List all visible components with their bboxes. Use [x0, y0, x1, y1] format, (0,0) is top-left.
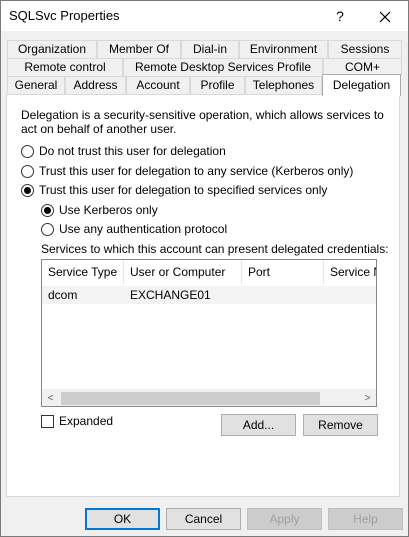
tab-account[interactable]: Account [126, 76, 190, 94]
column-service-name[interactable]: Service Name [324, 260, 376, 284]
radio-any-service-circle[interactable] [21, 164, 34, 178]
delegation-panel: Delegation is a security-sensitive opera… [6, 94, 400, 497]
column-service-type[interactable]: Service Type [42, 260, 124, 284]
horizontal-scrollbar[interactable]: < > [42, 389, 376, 406]
radio-no-trust-label: Do not trust this user for delegation [39, 144, 226, 158]
radio-any-service-label: Trust this user for delegation to any se… [39, 164, 354, 178]
radio-specified-services[interactable]: Trust this user for delegation to specif… [21, 183, 327, 197]
cell-service-name [324, 286, 376, 304]
ok-button[interactable]: OK [85, 508, 160, 530]
tab-remote-desktop-services-profile[interactable]: Remote Desktop Services Profile [123, 58, 323, 76]
cell-user-or-computer: EXCHANGE01 [130, 288, 211, 302]
column-port[interactable]: Port [242, 260, 324, 284]
scroll-right-arrow-icon[interactable]: > [359, 390, 376, 406]
help-title-button[interactable]: ? [323, 4, 357, 28]
tab-telephones[interactable]: Telephones [245, 76, 322, 94]
table-row[interactable]: dcom EXCHANGE01 [42, 286, 376, 304]
expanded-checkbox[interactable] [41, 414, 54, 428]
window-title: SQLSvc Properties [9, 8, 120, 23]
tab-address[interactable]: Address [65, 76, 126, 94]
radio-kerberos-only-circle[interactable] [41, 203, 54, 217]
tab-remote-control[interactable]: Remote control [7, 58, 123, 76]
tab-row-1: Organization Member Of Dial-in Environme… [7, 40, 402, 58]
remove-button[interactable]: Remove [303, 414, 378, 436]
radio-no-trust[interactable]: Do not trust this user for delegation [21, 144, 226, 158]
cancel-button[interactable]: Cancel [166, 508, 241, 530]
column-user-or-computer[interactable]: User or Computer [124, 260, 242, 284]
radio-any-protocol-circle[interactable] [41, 222, 54, 236]
apply-button[interactable]: Apply [247, 508, 322, 530]
cell-port [242, 286, 324, 304]
services-list[interactable]: Service Type User or Computer Port Servi… [41, 259, 377, 407]
radio-any-protocol[interactable]: Use any authentication protocol [41, 222, 227, 236]
help-button[interactable]: Help [328, 508, 403, 530]
tab-delegation[interactable]: Delegation [322, 74, 401, 96]
radio-no-trust-circle[interactable] [21, 144, 34, 158]
expanded-label: Expanded [59, 414, 114, 428]
expanded-checkbox-row[interactable]: Expanded [41, 414, 113, 428]
tab-member-of[interactable]: Member Of [97, 40, 181, 58]
tab-general[interactable]: General [7, 76, 65, 94]
tab-profile[interactable]: Profile [190, 76, 245, 94]
close-icon [379, 11, 391, 23]
scrollbar-thumb[interactable] [61, 392, 320, 405]
tab-sessions[interactable]: Sessions [328, 40, 402, 58]
radio-any-service[interactable]: Trust this user for delegation to any se… [21, 164, 353, 178]
radio-specified-services-label: Trust this user for delegation to specif… [39, 183, 328, 197]
radio-specified-services-circle[interactable] [21, 183, 34, 197]
add-button[interactable]: Add... [221, 414, 296, 436]
tab-organization[interactable]: Organization [7, 40, 97, 58]
cell-service-type: dcom [48, 288, 78, 302]
delegation-description: Delegation is a security-sensitive opera… [21, 108, 384, 136]
properties-dialog: SQLSvc Properties ? Organization Member … [0, 0, 409, 537]
radio-any-protocol-label: Use any authentication protocol [59, 222, 228, 236]
tab-environment[interactable]: Environment [239, 40, 328, 58]
radio-kerberos-only-label: Use Kerberos only [59, 203, 158, 217]
scroll-left-arrow-icon[interactable]: < [42, 390, 59, 406]
close-button[interactable] [367, 4, 403, 28]
tab-row-3: General Address Account Profile Telephon… [7, 74, 401, 96]
title-bar: SQLSvc Properties ? [1, 1, 408, 31]
services-label: Services to which this account can prese… [41, 242, 389, 256]
tab-dial-in[interactable]: Dial-in [181, 40, 239, 58]
radio-kerberos-only[interactable]: Use Kerberos only [41, 203, 158, 217]
list-header: Service Type User or Computer Port Servi… [42, 260, 376, 284]
